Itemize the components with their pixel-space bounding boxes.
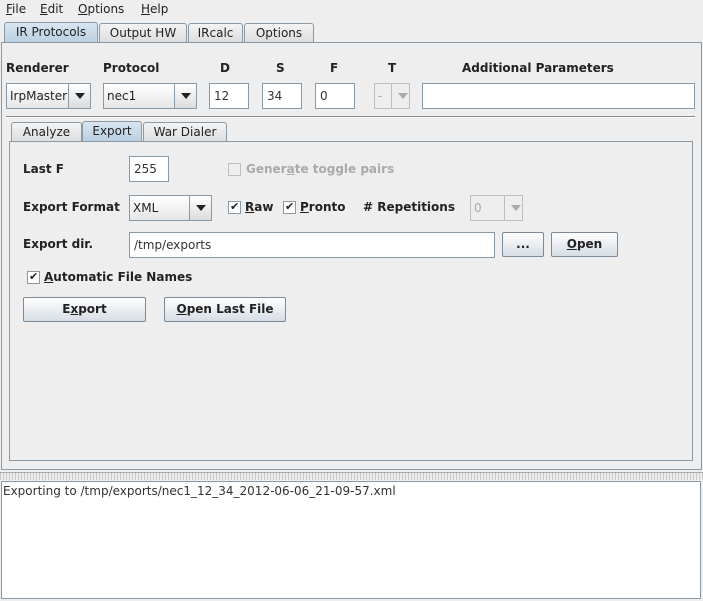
pronto-label[interactable]: Pronto bbox=[300, 200, 345, 214]
d-label: D bbox=[220, 61, 230, 75]
menu-help[interactable]: Help bbox=[141, 2, 168, 16]
browse-button[interactable]: ... bbox=[502, 232, 544, 257]
protocol-label: Protocol bbox=[103, 61, 160, 75]
d-field[interactable]: 12 bbox=[209, 83, 249, 109]
last-f-label: Last F bbox=[23, 162, 64, 176]
f-label: F bbox=[330, 61, 339, 75]
repetitions-combo: 0 bbox=[470, 195, 523, 221]
export-dir-label: Export dir. bbox=[23, 237, 94, 251]
f-field[interactable]: 0 bbox=[315, 83, 355, 109]
console-text: Exporting to /tmp/exports/nec1_12_34_201… bbox=[3, 484, 396, 498]
last-f-field[interactable]: 255 bbox=[129, 156, 169, 182]
raw-label[interactable]: Raw bbox=[245, 200, 273, 214]
s-label: S bbox=[276, 61, 285, 75]
additional-parameters-field[interactable] bbox=[422, 83, 695, 109]
t-combo: - bbox=[374, 83, 410, 109]
repetitions-value: 0 bbox=[474, 201, 482, 215]
t-label: T bbox=[388, 61, 397, 75]
generate-toggle-pairs-checkbox bbox=[228, 163, 241, 176]
export-format-value: XML bbox=[133, 201, 159, 215]
menu-options[interactable]: Options bbox=[78, 2, 124, 16]
menu-bar: File Edit Options Help bbox=[0, 0, 703, 20]
export-format-combo[interactable]: XML bbox=[129, 195, 212, 221]
raw-checkbox[interactable] bbox=[228, 200, 241, 214]
s-field[interactable]: 34 bbox=[262, 83, 302, 109]
chevron-down-icon[interactable] bbox=[174, 84, 196, 108]
t-value: - bbox=[378, 89, 383, 103]
chevron-down-icon bbox=[504, 196, 522, 220]
tab-ir-protocols[interactable]: IR Protocols bbox=[4, 22, 98, 43]
export-button[interactable]: Export bbox=[23, 297, 146, 322]
additional-parameters-label: Additional Parameters bbox=[462, 61, 614, 75]
separator bbox=[6, 116, 695, 118]
open-dir-button[interactable]: Open bbox=[551, 232, 618, 257]
protocol-value: nec1 bbox=[107, 89, 137, 103]
renderer-combo[interactable]: IrpMaster bbox=[6, 83, 91, 109]
tab-ircalc[interactable]: IRcalc bbox=[188, 23, 243, 43]
chevron-down-icon[interactable] bbox=[68, 84, 90, 108]
protocol-combo[interactable]: nec1 bbox=[103, 83, 197, 109]
pronto-checkbox[interactable] bbox=[283, 200, 296, 214]
tab-options[interactable]: Options bbox=[244, 23, 314, 43]
export-dir-field[interactable]: /tmp/exports bbox=[129, 232, 495, 258]
tab-export[interactable]: Export bbox=[82, 121, 142, 142]
tab-analyze[interactable]: Analyze bbox=[11, 122, 82, 142]
menu-edit[interactable]: Edit bbox=[40, 2, 63, 16]
automatic-file-names-checkbox[interactable] bbox=[27, 270, 40, 284]
open-last-file-button[interactable]: Open Last File bbox=[164, 297, 286, 322]
repetitions-label: # Repetitions bbox=[363, 200, 455, 214]
tab-output-hw[interactable]: Output HW bbox=[99, 23, 187, 43]
renderer-label: Renderer bbox=[6, 61, 69, 75]
chevron-down-icon bbox=[391, 84, 409, 108]
console-output[interactable]: Exporting to /tmp/exports/nec1_12_34_201… bbox=[1, 481, 701, 599]
generate-toggle-pairs-label: Generate toggle pairs bbox=[246, 162, 395, 176]
automatic-file-names-label[interactable]: Automatic File Names bbox=[44, 270, 192, 284]
split-pane-divider[interactable] bbox=[0, 472, 703, 480]
export-format-label: Export Format bbox=[23, 200, 120, 214]
chevron-down-icon[interactable] bbox=[189, 196, 211, 220]
renderer-value: IrpMaster bbox=[10, 89, 68, 103]
tab-war-dialer[interactable]: War Dialer bbox=[143, 122, 227, 142]
menu-file[interactable]: File bbox=[6, 2, 26, 16]
